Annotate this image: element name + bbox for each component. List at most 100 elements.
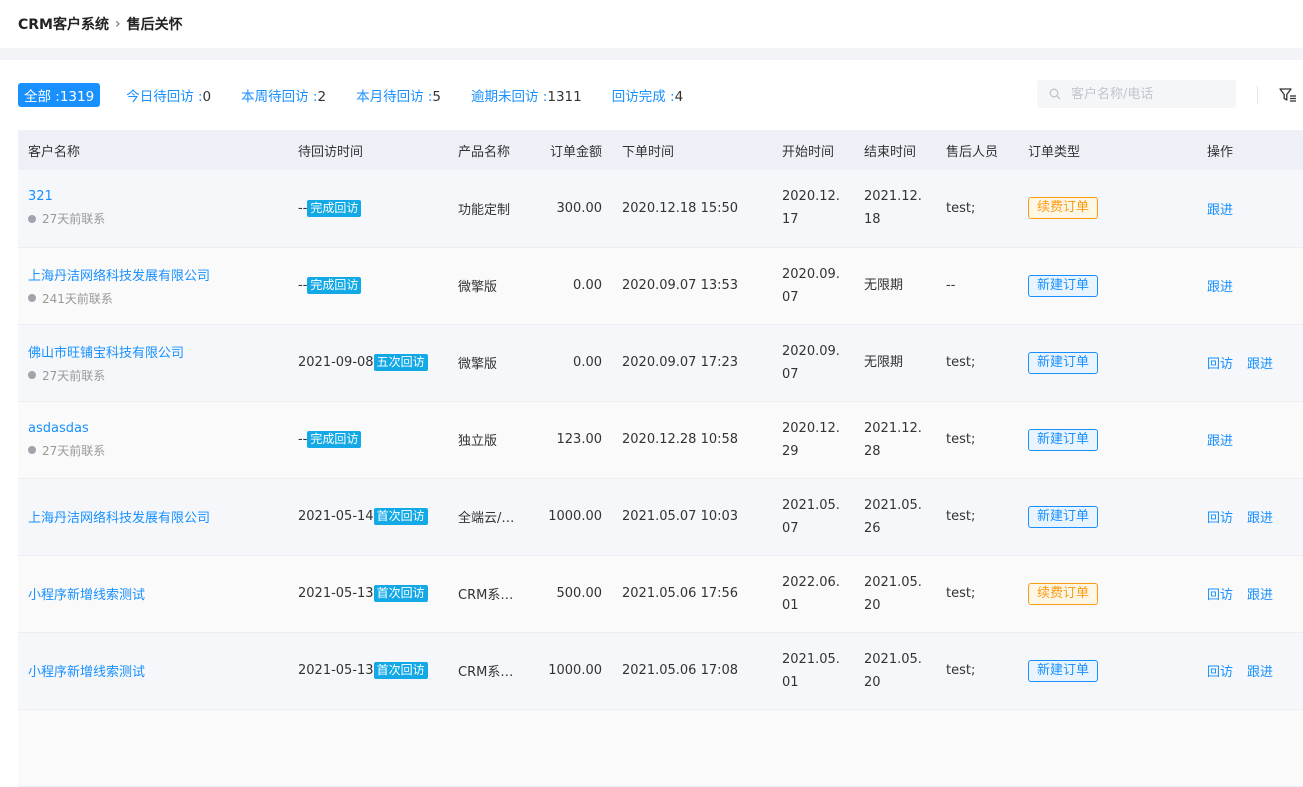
filter-tab[interactable]: 全部 :1319: [18, 83, 101, 107]
visit-tag: 完成回访: [307, 199, 362, 217]
filter-tab[interactable]: 今日待回访 :0: [126, 85, 211, 105]
start-time: 2020.12.17: [782, 189, 840, 228]
column-header: 订单类型: [1028, 144, 1081, 160]
start-time-cell: 2020.09.07: [782, 324, 864, 401]
pending-visit-cell: -- 完成回访: [298, 247, 458, 324]
order-amount: 500.00: [556, 586, 603, 601]
follow-up-button[interactable]: 跟进: [1247, 357, 1273, 372]
pending-date: 2021-05-13: [298, 663, 374, 678]
last-contact-text: 27天前联系: [42, 212, 106, 227]
follow-up-button[interactable]: 跟进: [1207, 203, 1233, 218]
pending-visit-cell: 2021-05-13 首次回访: [298, 632, 458, 709]
order-type-cell: 新建订单: [1028, 247, 1207, 324]
column-header: 待回访时间: [298, 144, 364, 160]
table-row: 小程序新增线索测试 2021-05-13 首次回访 CRM系… 1000.00 2021.…: [18, 632, 1303, 709]
filter-tab[interactable]: 本月待回访 :5: [356, 85, 441, 105]
customer-name-link[interactable]: 佛山市旺铺宝科技有限公司: [28, 342, 298, 361]
breadcrumb-root[interactable]: CRM客户系统: [18, 14, 109, 34]
follow-up-button[interactable]: 跟进: [1247, 588, 1273, 603]
filter-tab[interactable]: 本周待回访 :2: [241, 85, 326, 105]
aftersale-staff: test;: [946, 355, 976, 370]
order-type-badge: 续费订单: [1028, 582, 1099, 605]
column-header: 操作: [1207, 144, 1234, 160]
revisit-button[interactable]: 回访: [1207, 357, 1233, 372]
start-time: 2021.05.07: [782, 497, 840, 536]
customer-cell: asdasdas 27天前联系: [18, 401, 298, 478]
breadcrumb: CRM客户系统 › 售后关怀: [18, 14, 183, 34]
end-time: 2021.12.28: [864, 420, 922, 459]
product-name: 微擎版: [458, 357, 498, 372]
end-time-cell: 无限期: [864, 247, 946, 324]
follow-up-button[interactable]: 跟进: [1247, 511, 1273, 526]
order-type-badge: 新建订单: [1028, 351, 1099, 374]
end-time-cell: 2021.12.18: [864, 170, 946, 247]
customer-name-link[interactable]: asdasdas: [28, 421, 298, 436]
toolbar-divider: [1257, 86, 1258, 104]
status-dot-icon: [28, 446, 36, 454]
aftersale-staff: test;: [946, 509, 976, 524]
search-box[interactable]: [1037, 80, 1236, 108]
actions-cell: 回访 跟进: [1207, 324, 1303, 401]
order-time: 2021.05.06 17:08: [622, 663, 739, 678]
status-dot-icon: [28, 214, 36, 223]
end-time-cell: 2021.12.28: [864, 401, 946, 478]
customer-cell: 小程序新增线索测试: [18, 632, 298, 709]
customer-name-link[interactable]: 小程序新增线索测试: [28, 661, 298, 680]
order-type-badge: 新建订单: [1028, 505, 1099, 528]
customer-cell: 小程序新增线索测试: [18, 555, 298, 632]
revisit-button[interactable]: 回访: [1207, 665, 1233, 680]
aftersale-staff: test;: [946, 200, 976, 216]
filter-tabs: 全部 :1319 今日待回访 :0 本周待回访 :2 本月待回访 :5 逾期未回访 :1…: [18, 83, 713, 107]
filter-tab[interactable]: 逾期未回访 :1311: [471, 85, 582, 105]
start-time-cell: 2021.05.01: [782, 632, 864, 709]
customer-name-link[interactable]: 上海丹洁网络科技发展有限公司: [28, 265, 298, 284]
table-row: 上海丹洁网络科技发展有限公司 2021-05-14 首次回访 全端云/… 1000.00…: [18, 478, 1303, 555]
last-contact-text: 241天前联系: [42, 291, 113, 306]
actions-cell: 回访 跟进: [1207, 478, 1303, 555]
column-header: 售后人员: [946, 144, 999, 160]
follow-up-button[interactable]: 跟进: [1207, 280, 1233, 295]
pending-visit-cell: 2021-05-14 首次回访: [298, 478, 458, 555]
breadcrumb-current: 售后关怀: [126, 17, 183, 33]
filter-tab[interactable]: 回访完成 :4: [612, 85, 683, 105]
last-contact-text: 27天前联系: [42, 368, 106, 383]
pending-date: --: [298, 278, 308, 293]
product-name: 独立版: [458, 434, 498, 449]
table-row: 佛山市旺铺宝科技有限公司 27天前联系 2021-09-08 五次回访 微擎版 0.00 2…: [18, 324, 1303, 401]
follow-up-button[interactable]: 跟进: [1207, 434, 1233, 449]
follow-up-button[interactable]: 跟进: [1247, 665, 1273, 680]
customer-name-link[interactable]: 小程序新增线索测试: [28, 584, 298, 603]
visit-tag: 五次回访: [373, 354, 428, 371]
order-amount: 1000.00: [548, 509, 602, 524]
product-name: 全端云/…: [458, 511, 515, 526]
start-time-cell: 2021.05.07: [782, 478, 864, 555]
actions-cell: 跟进: [1207, 401, 1303, 478]
aftersale-staff: test;: [946, 586, 976, 601]
revisit-button[interactable]: 回访: [1207, 511, 1233, 526]
end-time: 2021.05.20: [864, 651, 922, 690]
revisit-button[interactable]: 回访: [1207, 588, 1233, 603]
last-contact: 27天前联系: [28, 442, 298, 459]
end-time-cell: 2021.05.20: [864, 555, 946, 632]
search-input[interactable]: [1069, 85, 1233, 103]
order-type-badge: 续费订单: [1028, 197, 1099, 220]
filter-tab-label: 逾期未回访 :: [471, 89, 548, 105]
end-time: 无限期: [864, 355, 904, 370]
filter-icon[interactable]: [1279, 86, 1297, 104]
breadcrumb-separator: ›: [115, 16, 121, 32]
pending-date: --: [298, 432, 308, 447]
product-name: CRM系…: [458, 665, 514, 680]
order-amount: 123.00: [556, 432, 603, 447]
order-type-cell: 新建订单: [1028, 632, 1207, 709]
customer-name-link[interactable]: 321: [28, 189, 298, 204]
pending-date: 2021-05-13: [298, 586, 374, 601]
filter-tab-count: 4: [674, 89, 684, 105]
filter-tab-count: 1311: [547, 89, 582, 105]
order-time: 2020.12.18 15:50: [622, 200, 739, 216]
table-row: 上海丹洁网络科技发展有限公司 241天前联系 -- 完成回访 微擎版 0.00 2020.0…: [18, 247, 1303, 324]
order-type-cell: 新建订单: [1028, 478, 1207, 555]
customer-name-link[interactable]: 上海丹洁网络科技发展有限公司: [28, 507, 298, 526]
order-time: 2020.12.28 10:58: [622, 432, 739, 447]
status-dot-icon: [28, 294, 36, 302]
column-header: 订单金额: [549, 144, 602, 160]
